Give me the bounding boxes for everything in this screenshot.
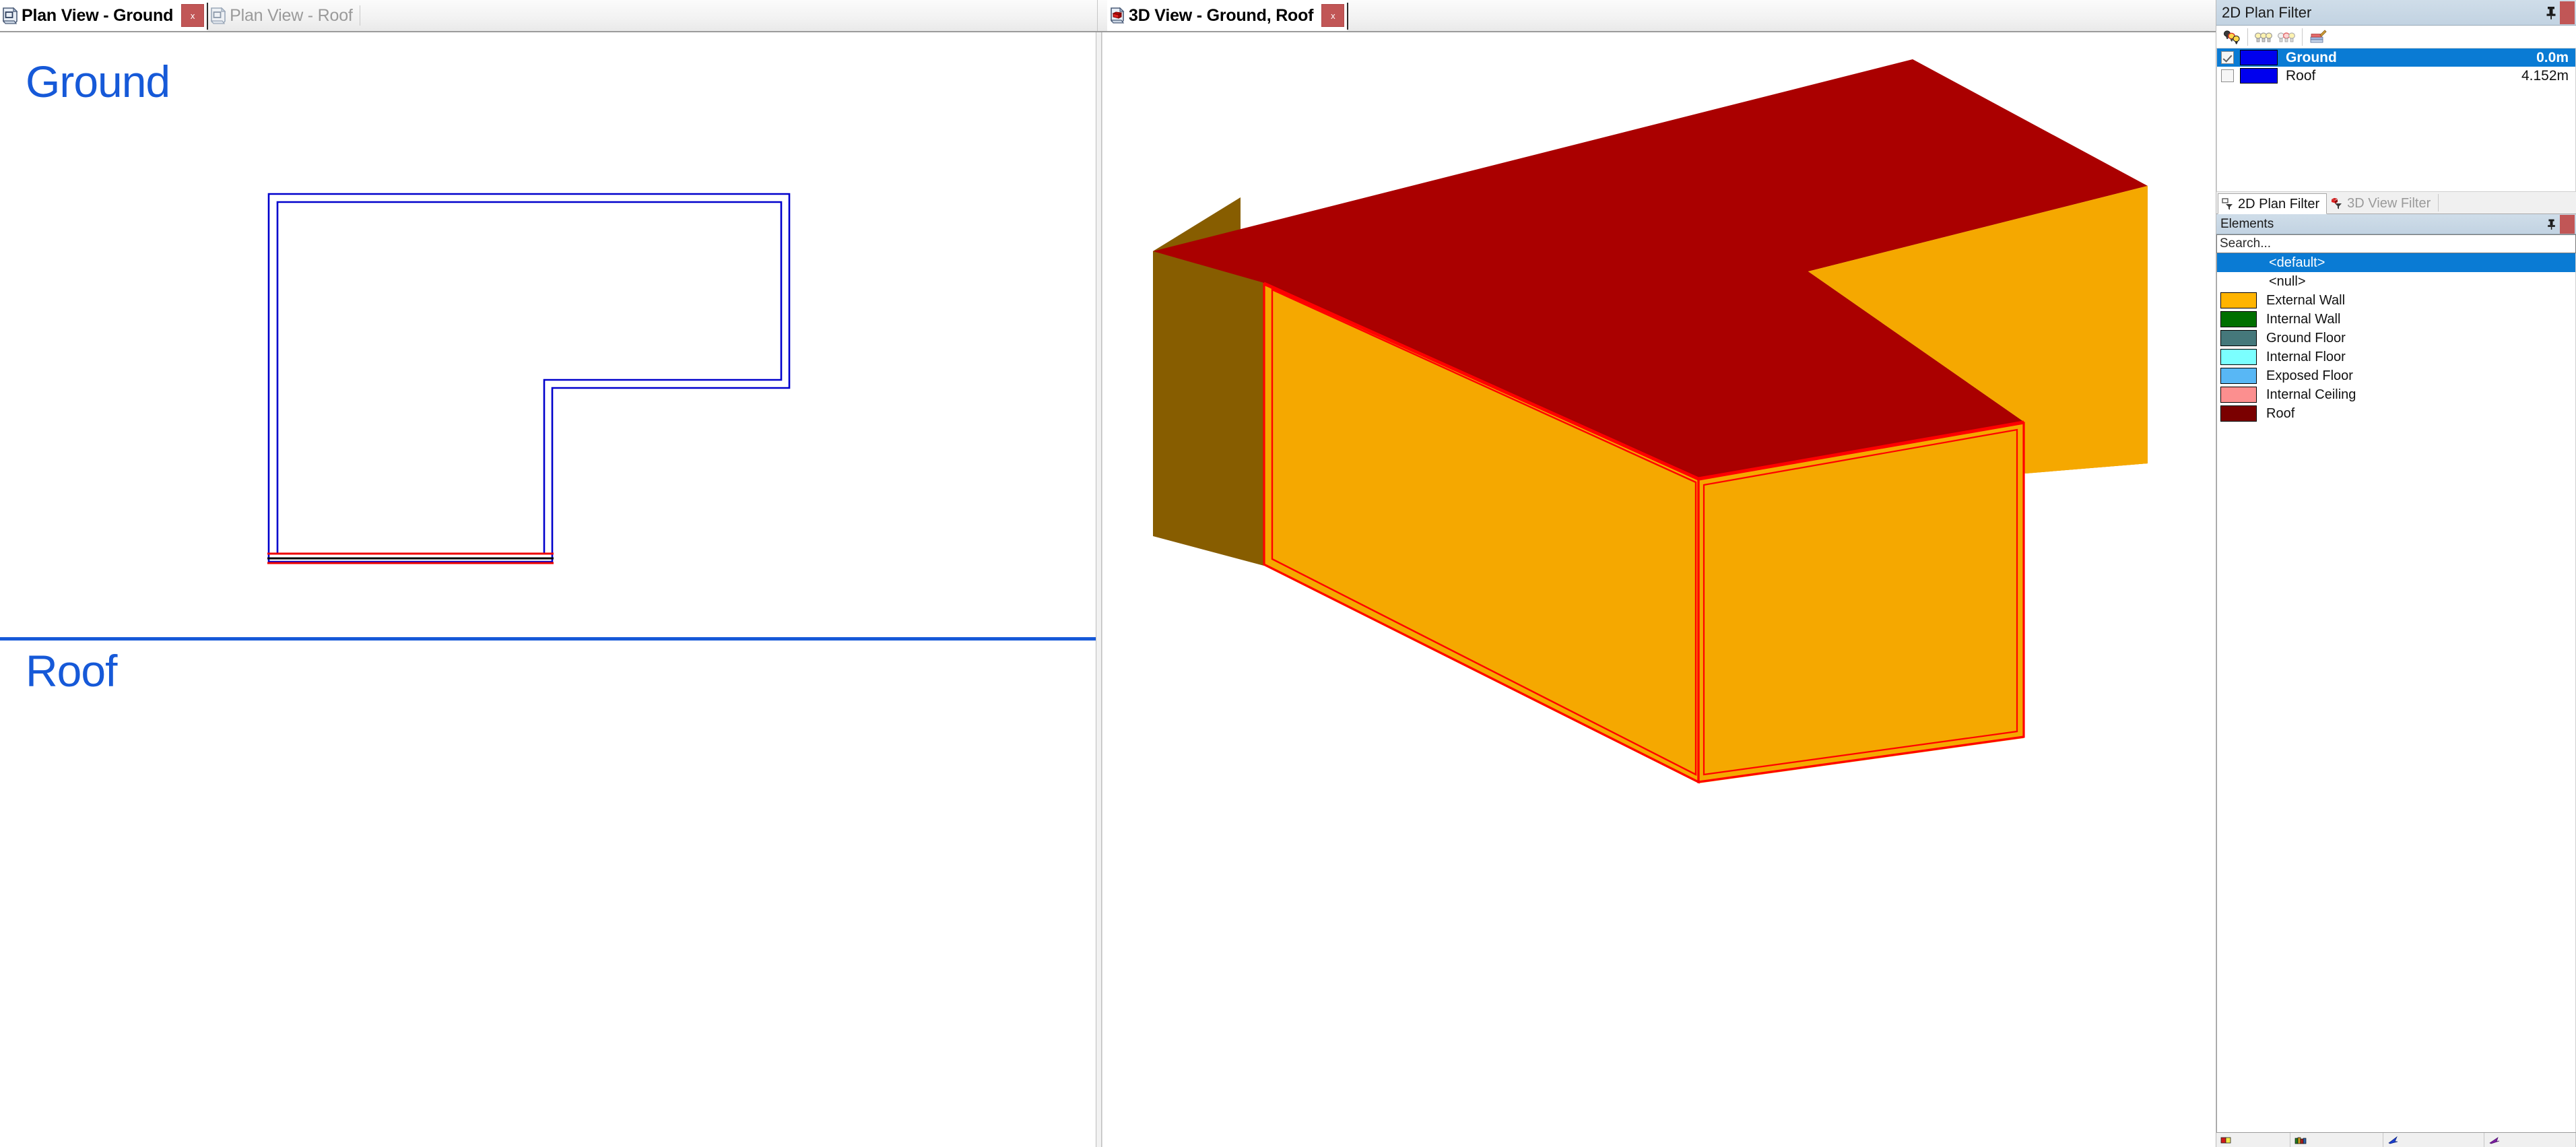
layer-level: 4.152m [2521, 68, 2569, 84]
right-dock-panel: 2D Plan Filter Ground 0.0m Roof 4.152m 2… [2216, 0, 2576, 1147]
element-colour-swatch[interactable] [2220, 311, 2257, 327]
layers-list[interactable]: Ground 0.0m Roof 4.152m [2216, 48, 2576, 192]
layer-level: 0.0m [2536, 50, 2569, 65]
tab-3d-view-filter[interactable]: 3D View Filter [2327, 193, 2438, 214]
elements-title: Elements [2220, 217, 2274, 231]
tab-2d-plan-filter[interactable]: 2D Plan Filter [2218, 193, 2327, 214]
pin-icon[interactable] [2542, 214, 2560, 234]
elements-list[interactable]: <default> <null> External Wall Internal … [2216, 253, 2576, 1132]
layer-name: Roof [2286, 68, 2316, 84]
tab-plan-view-roof[interactable]: Plan View - Roof [208, 0, 360, 31]
tab-divider [1347, 3, 1349, 30]
view-3d-icon [1110, 7, 1125, 24]
filter-tab-separator [2438, 194, 2439, 211]
close-icon[interactable] [2560, 1, 2575, 24]
element-colour-swatch [2220, 273, 2257, 290]
layer-colour-swatch[interactable] [2240, 50, 2278, 65]
element-label: Internal Ceiling [2266, 387, 2356, 402]
status-bar [2216, 1132, 2576, 1147]
list-item[interactable]: Roof [2217, 404, 2575, 423]
toolbar-separator [2247, 28, 2248, 46]
status-cell[interactable] [2383, 1132, 2484, 1147]
plan-view-canvas[interactable]: Ground Roof [0, 32, 1096, 1147]
list-item[interactable]: Internal Wall [2217, 310, 2575, 329]
element-label: Roof [2266, 406, 2295, 421]
tab-close-button[interactable]: x [1321, 4, 1345, 27]
element-label: <null> [2269, 274, 2306, 289]
layer-row[interactable]: Ground 0.0m [2217, 48, 2575, 67]
element-colour-swatch[interactable] [2220, 349, 2257, 365]
list-item[interactable]: Internal Floor [2217, 348, 2575, 366]
plan-view-icon [210, 7, 226, 24]
edit-colours-icon[interactable] [2307, 27, 2330, 47]
tab-3d-view-ground-roof[interactable]: 3D View - Ground, Roof x [1107, 0, 1348, 31]
element-colour-swatch[interactable] [2220, 405, 2257, 422]
dock-toolbar [2216, 26, 2576, 48]
element-label: External Wall [2266, 293, 2346, 308]
filter-tab-bar: 2D Plan Filter 3D View Filter [2216, 192, 2576, 214]
plan-geometry [267, 193, 791, 564]
plan-filter-icon [2222, 197, 2233, 209]
element-colour-swatch [2220, 255, 2257, 271]
list-item[interactable]: <default> [2217, 253, 2575, 272]
plan-view-icon [2, 7, 18, 24]
element-colour-swatch[interactable] [2220, 292, 2257, 308]
element-colour-swatch[interactable] [2220, 368, 2257, 384]
colour-chip-icon [2220, 1137, 2231, 1143]
dock-title: 2D Plan Filter [2222, 3, 2312, 21]
building-model-3d [1153, 59, 2148, 784]
element-label: Internal Wall [2266, 312, 2341, 327]
layer-colour-swatch[interactable] [2240, 68, 2278, 84]
element-label: Exposed Floor [2266, 368, 2353, 383]
tab-label: 3D View - Ground, Roof [1129, 5, 1314, 25]
tab-label: 3D View Filter [2347, 195, 2431, 211]
dock-caption-2d-plan-filter: 2D Plan Filter [2216, 0, 2576, 26]
document-area: Plan View - Ground x Plan View - Roof 3D… [0, 0, 2216, 1147]
view-panes: Ground Roof [0, 32, 2216, 1147]
lights-on-icon[interactable] [2252, 27, 2275, 47]
toolbar-separator [2302, 28, 2303, 46]
layer-row[interactable]: Roof 4.152m [2217, 67, 2575, 85]
element-colour-swatch[interactable] [2220, 387, 2257, 403]
elements-panel-caption: Elements [2216, 214, 2576, 234]
list-item[interactable]: <null> [2217, 272, 2575, 291]
elements-search-box[interactable] [2216, 234, 2576, 253]
list-item[interactable]: External Wall [2217, 291, 2575, 310]
tab-label: 2D Plan Filter [2238, 196, 2320, 211]
purple-arrow-icon [2489, 1136, 2500, 1144]
blue-arrow-icon [2388, 1136, 2398, 1144]
layer-visibility-checkbox[interactable] [2221, 69, 2234, 82]
view-3d-canvas[interactable] [1102, 32, 2216, 1147]
pin-icon[interactable] [2542, 3, 2560, 23]
element-label: Internal Floor [2266, 350, 2346, 364]
tab-close-button[interactable]: x [181, 4, 205, 27]
list-item[interactable]: Ground Floor [2217, 329, 2575, 348]
tab-group-plan-views: Plan View - Ground x Plan View - Roof [0, 0, 1098, 31]
element-label: Ground Floor [2266, 331, 2346, 346]
filter-lights-icon[interactable] [2220, 27, 2243, 47]
tab-label: Plan View - Ground [22, 5, 174, 25]
lights-off-icon[interactable] [2275, 27, 2298, 47]
tab-strip: Plan View - Ground x Plan View - Roof 3D… [0, 0, 2216, 32]
application-window: Plan View - Ground x Plan View - Roof 3D… [0, 0, 2576, 1147]
search-input[interactable] [2217, 236, 2575, 251]
list-item[interactable]: Exposed Floor [2217, 366, 2575, 385]
list-item[interactable]: Internal Ceiling [2217, 385, 2575, 404]
layer-name: Ground [2286, 50, 2337, 65]
view-filter-icon [2332, 197, 2342, 209]
element-colour-swatch[interactable] [2220, 330, 2257, 346]
status-cell[interactable] [2290, 1132, 2383, 1147]
close-icon[interactable] [2560, 214, 2575, 234]
pane-splitter[interactable] [1096, 32, 1102, 1147]
tab-label: Plan View - Roof [230, 5, 353, 25]
books-icon [2294, 1137, 2307, 1144]
status-cell[interactable] [2216, 1132, 2290, 1147]
layer-visibility-checkbox[interactable] [2221, 51, 2234, 64]
element-label: <default> [2269, 255, 2325, 270]
status-cell[interactable] [2484, 1132, 2576, 1147]
tab-group-3d-views: 3D View - Ground, Roof x [1098, 0, 2216, 31]
tab-plan-view-ground[interactable]: Plan View - Ground x [0, 0, 207, 31]
